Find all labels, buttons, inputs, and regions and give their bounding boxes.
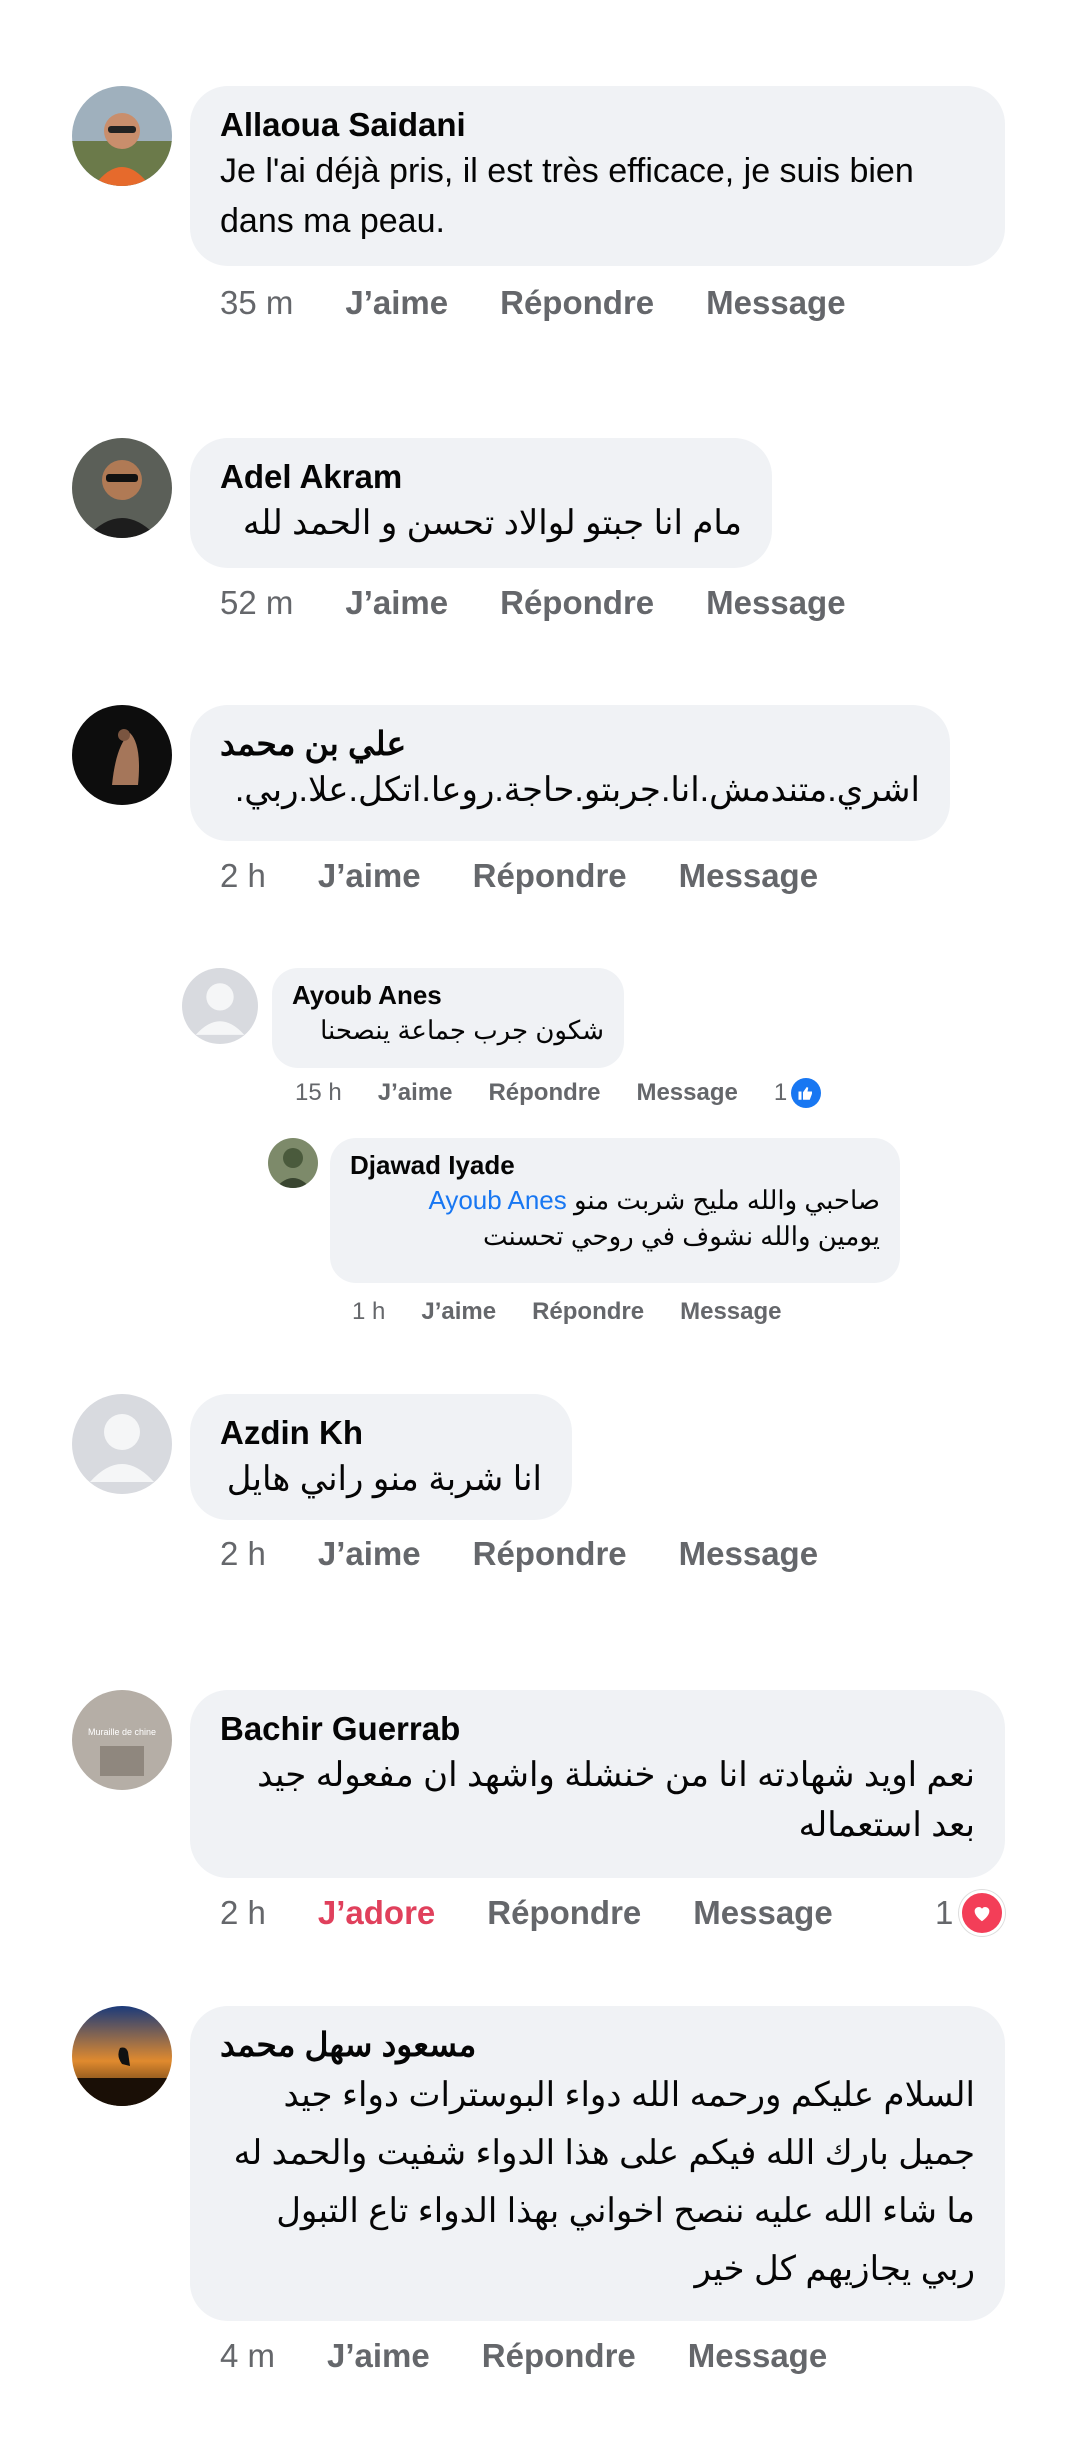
reaction-count: 1 bbox=[773, 1079, 788, 1106]
timestamp[interactable]: 2 h bbox=[220, 1894, 266, 1932]
message-button[interactable]: Message bbox=[688, 2337, 827, 2375]
reply-name: Djawad Iyade bbox=[350, 1150, 515, 1180]
reply-text-line: يومين والله نشوف في روحي تحسنت bbox=[483, 1221, 880, 1251]
like-label: J’aime bbox=[377, 1079, 453, 1106]
comment-text: مام انا جبتو لوالاد تحسن و الحمد لله bbox=[242, 504, 742, 542]
comment-bubble[interactable]: Adel Akram مام انا جبتو لوالاد تحسن و ال… bbox=[190, 438, 772, 568]
embedded-screenshot: Ayoub Anes شكون جرب جماعة ينصحنا 15 h J’… bbox=[180, 960, 900, 1350]
reply-actions: 15 h J’aime Répondre Message 1 bbox=[295, 1078, 822, 1108]
like-button[interactable]: J’aime bbox=[345, 284, 448, 322]
reply-button[interactable]: Répondre bbox=[500, 584, 654, 622]
comment-actions: 2 h J’aime Répondre Message bbox=[220, 857, 870, 895]
comment-actions: 2 h J’adore Répondre Message bbox=[220, 1894, 885, 1932]
comment-text: Je l'ai déjà pris, il est très efficace,… bbox=[220, 152, 914, 240]
comment-bubble[interactable]: Bachir Guerrab نعم اويد شهادته انا من خن… bbox=[190, 1690, 1005, 1878]
avatar bbox=[182, 968, 258, 1044]
avatar[interactable] bbox=[72, 1394, 172, 1494]
reply-button[interactable]: Répondre bbox=[487, 1894, 641, 1932]
avatar bbox=[268, 1138, 318, 1188]
reply-text: شكون جرب جماعة ينصحنا bbox=[320, 1015, 604, 1045]
mention-link: Ayoub Anes bbox=[428, 1185, 567, 1215]
timestamp: 1 h bbox=[352, 1298, 386, 1325]
like-button[interactable]: J’aime bbox=[318, 857, 421, 895]
comment-actions: 4 m J’aime Répondre Message bbox=[220, 2337, 879, 2375]
reply-actions: 1 h J’aime Répondre Message bbox=[352, 1298, 818, 1326]
reply-button[interactable]: Répondre bbox=[473, 1535, 627, 1573]
message-label: Message bbox=[636, 1079, 738, 1106]
commenter-name[interactable]: Adel Akram bbox=[220, 456, 742, 498]
commenter-name[interactable]: علي بن محمد bbox=[220, 723, 920, 765]
timestamp[interactable]: 4 m bbox=[220, 2337, 275, 2375]
message-button[interactable]: Message bbox=[706, 284, 845, 322]
reply-button[interactable]: Répondre bbox=[500, 284, 654, 322]
comment-text: اشري.متندمش.انا.جربتو.حاجة.روعا.اتكل.علا… bbox=[234, 771, 920, 809]
timestamp[interactable]: 52 m bbox=[220, 584, 293, 622]
message-button[interactable]: Message bbox=[706, 584, 845, 622]
reply-text-line: صاحبي والله مليح شربت منو bbox=[574, 1185, 880, 1215]
commenter-name[interactable]: Allaoua Saidani bbox=[220, 104, 975, 146]
comment-actions: 52 m J’aime Répondre Message bbox=[220, 584, 898, 622]
avatar[interactable] bbox=[72, 705, 172, 805]
comment-actions: 2 h J’aime Répondre Message bbox=[220, 1535, 870, 1573]
like-button[interactable]: J’aime bbox=[318, 1535, 421, 1573]
reaction-count: 1 bbox=[935, 1894, 954, 1931]
heart-icon bbox=[959, 1890, 1006, 1936]
avatar[interactable] bbox=[72, 86, 172, 186]
comment-bubble[interactable]: علي بن محمد اشري.متندمش.انا.جربتو.حاجة.ر… bbox=[190, 705, 950, 841]
like-button[interactable]: J’aime bbox=[327, 2337, 430, 2375]
comment-text: السلام عليكم ورحمه الله دواء البوسترات د… bbox=[233, 2076, 975, 2288]
message-button[interactable]: Message bbox=[693, 1894, 832, 1932]
like-icon bbox=[791, 1078, 822, 1108]
message-button[interactable]: Message bbox=[679, 1535, 818, 1573]
reply-bubble: Ayoub Anes شكون جرب جماعة ينصحنا bbox=[272, 968, 624, 1068]
message-button[interactable]: Message bbox=[679, 857, 818, 895]
comment-bubble[interactable]: Allaoua Saidani Je l'ai déjà pris, il es… bbox=[190, 86, 1005, 266]
timestamp: 15 h bbox=[295, 1079, 342, 1106]
avatar[interactable] bbox=[72, 2006, 172, 2106]
comment-bubble[interactable]: Azdin Kh انا شربة منو راني هايل bbox=[190, 1394, 572, 1520]
reply-button[interactable]: Répondre bbox=[473, 857, 627, 895]
timestamp[interactable]: 2 h bbox=[220, 857, 266, 895]
timestamp[interactable]: 35 m bbox=[220, 284, 293, 322]
comment-text: انا شربة منو راني هايل bbox=[226, 1460, 542, 1498]
reply-button[interactable]: Répondre bbox=[482, 2337, 636, 2375]
commenter-name[interactable]: مسعود سهل محمد bbox=[220, 2024, 975, 2066]
reply-label: Répondre bbox=[488, 1079, 601, 1106]
comment-text: نعم اويد شهادته انا من خنشلة واشهد ان مف… bbox=[257, 1756, 975, 1844]
reaction-summary[interactable]: 1 bbox=[935, 1890, 1006, 1936]
commenter-name[interactable]: Bachir Guerrab bbox=[220, 1708, 975, 1750]
like-button[interactable]: J’aime bbox=[345, 584, 448, 622]
avatar[interactable]: Muraille de chine bbox=[72, 1690, 172, 1790]
svg-text:Muraille de chine: Muraille de chine bbox=[88, 1727, 156, 1737]
timestamp[interactable]: 2 h bbox=[220, 1535, 266, 1573]
reply-label: Répondre bbox=[532, 1298, 645, 1325]
comment-actions: 35 m J’aime Répondre Message bbox=[220, 284, 898, 322]
reply-text: صاحبي والله مليح شربت منو Ayoub Anes bbox=[350, 1182, 880, 1218]
commenter-name[interactable]: Azdin Kh bbox=[220, 1412, 542, 1454]
avatar[interactable] bbox=[72, 438, 172, 538]
like-label: J’aime bbox=[421, 1298, 497, 1325]
reply-bubble: Djawad Iyade صاحبي والله مليح شربت منو A… bbox=[330, 1138, 900, 1283]
message-label: Message bbox=[680, 1298, 782, 1325]
love-reaction-button[interactable]: J’adore bbox=[318, 1894, 435, 1932]
reply-name: Ayoub Anes bbox=[292, 980, 442, 1010]
comment-bubble[interactable]: مسعود سهل محمد السلام عليكم ورحمه الله د… bbox=[190, 2006, 1005, 2321]
